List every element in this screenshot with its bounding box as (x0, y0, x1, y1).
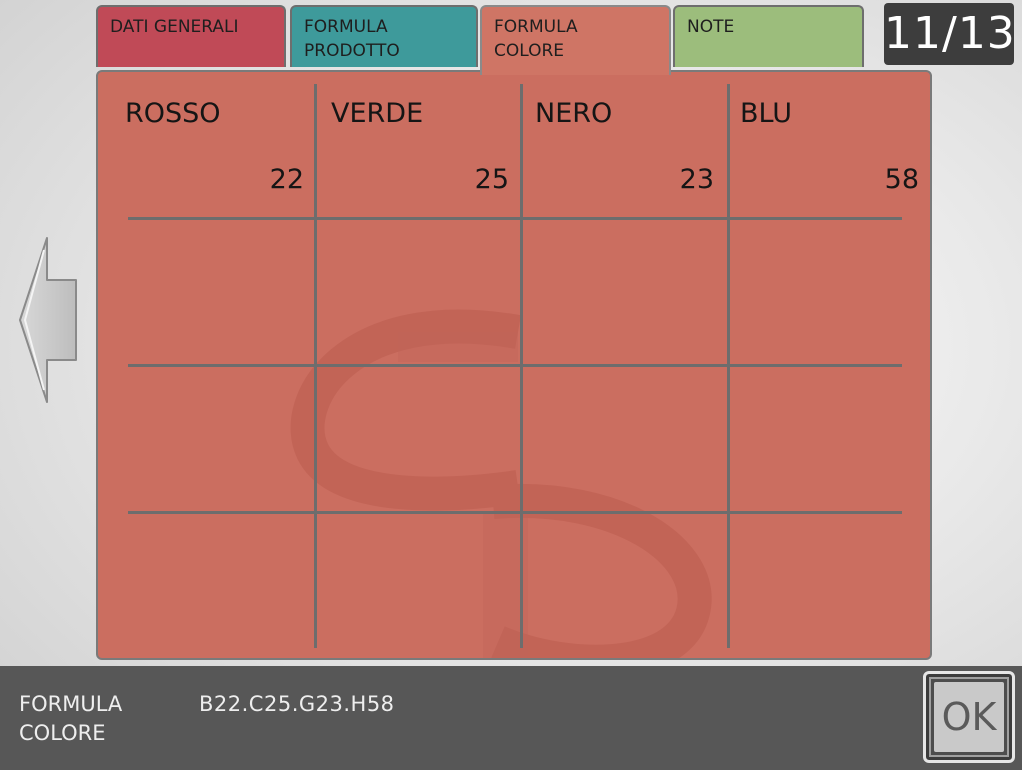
color-value-rosso[interactable]: 22 (144, 164, 304, 195)
left-arrow-icon[interactable] (18, 236, 80, 406)
color-name-rosso: ROSSO (125, 98, 221, 129)
formula-label-line2: COLORE (19, 721, 106, 745)
ok-button-label: OK (934, 682, 1004, 752)
tab-formula-colore[interactable]: FORMULA COLORE (480, 5, 671, 75)
footer-bar: FORMULA COLORE B22.C25.G23.H58 OK (0, 666, 1022, 770)
grid-divider (128, 364, 902, 367)
tab-label: NOTE (687, 17, 735, 37)
formula-label-line1: FORMULA (19, 692, 123, 716)
tab-dati-generali[interactable]: DATI GENERALI (96, 5, 286, 67)
color-name-blu: BLU (740, 98, 792, 129)
color-value-blu[interactable]: 58 (759, 164, 919, 195)
tab-label-line1: FORMULA (494, 17, 578, 37)
color-name-verde: VERDE (331, 98, 424, 129)
tab-label-line2: COLORE (494, 41, 565, 61)
grid-divider (128, 511, 902, 514)
tab-note[interactable]: NOTE (673, 5, 864, 67)
color-name-nero: NERO (535, 98, 613, 129)
ok-button[interactable]: OK (923, 671, 1015, 763)
formula-value: B22.C25.G23.H58 (199, 692, 395, 716)
color-value-nero[interactable]: 23 (554, 164, 714, 195)
tab-label-line2: PRODOTTO (304, 41, 400, 61)
formula-colore-panel: ROSSO VERDE NERO BLU 22 25 23 58 (96, 70, 932, 660)
tab-label: DATI GENERALI (110, 17, 239, 37)
color-value-verde[interactable]: 25 (349, 164, 509, 195)
formula-label: FORMULA COLORE (19, 690, 122, 748)
tab-label-line1: FORMULA (304, 17, 388, 37)
tab-formula-prodotto[interactable]: FORMULA PRODOTTO (290, 5, 478, 67)
page-counter: 11/13 (884, 3, 1015, 65)
grid-divider (128, 217, 902, 220)
